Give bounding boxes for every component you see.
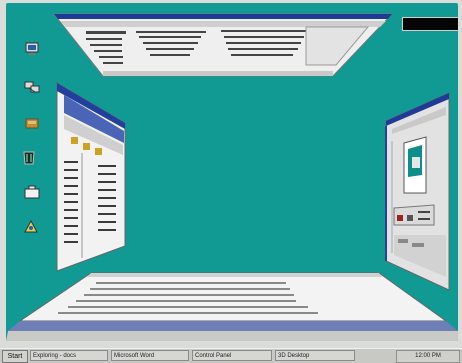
start-button[interactable]: Start [2,350,28,363]
taskbar-button-explorer[interactable]: Exploring - docs [30,350,108,361]
desktop [6,3,458,341]
taskbar-button-control-panel[interactable]: Control Panel [192,350,272,361]
taskbar-button-word[interactable]: Microsoft Word [111,350,189,361]
bottom-window-panel [6,272,458,341]
screen: Start Exploring - docs Microsoft Word Co… [0,0,462,363]
system-tray-clock[interactable]: 12:00 PM [396,350,460,363]
taskbar: Start Exploring - docs Microsoft Word Co… [0,348,462,363]
taskbar-button-3d-desktop[interactable]: 3D Desktop [275,350,355,361]
